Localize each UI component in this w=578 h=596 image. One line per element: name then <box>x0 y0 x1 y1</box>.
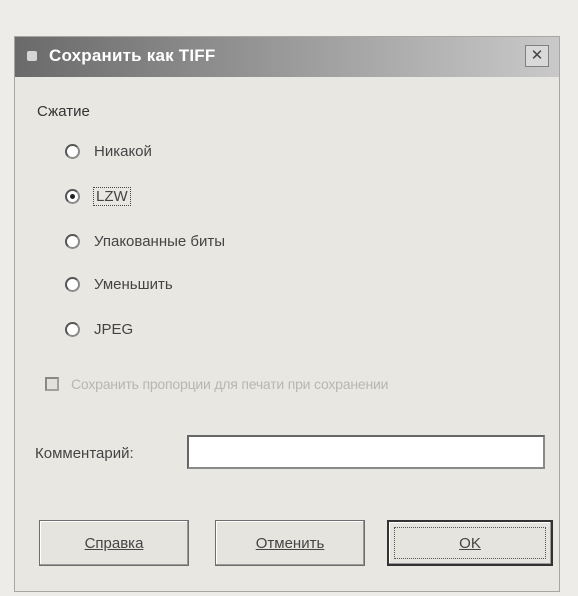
close-button[interactable]: ✕ <box>525 45 549 67</box>
radio-button[interactable] <box>65 321 80 337</box>
radio-label: Никакой <box>94 142 152 160</box>
disabled-option-checkbox-row: Сохранить пропорции для печати при сохра… <box>45 376 388 392</box>
ok-button[interactable]: OK <box>387 520 553 566</box>
radio-packbits[interactable]: Упакованные биты <box>65 229 225 253</box>
dialog-title: Сохранить как TIFF <box>49 46 216 65</box>
radio-label: LZW <box>93 186 131 206</box>
radio-reduce[interactable]: Уменьшить <box>65 272 173 296</box>
app-icon <box>27 51 37 61</box>
radio-button[interactable] <box>65 143 80 159</box>
compression-group-label: Сжатие <box>37 103 90 120</box>
help-button-label: Справка <box>84 534 144 552</box>
checkbox <box>45 377 59 391</box>
checkbox-label: Сохранить пропорции для печати при сохра… <box>71 376 389 392</box>
comment-label: Комментарий: <box>35 445 134 462</box>
radio-button[interactable] <box>65 188 80 204</box>
radio-label: JPEG <box>94 320 134 338</box>
ok-button-label: OK <box>459 534 481 552</box>
radio-label: Уменьшить <box>94 275 173 293</box>
radio-button[interactable] <box>65 233 80 249</box>
cancel-button-label: Отменить <box>255 534 325 552</box>
radio-label: Упакованные биты <box>94 232 226 250</box>
radio-button[interactable] <box>65 276 80 292</box>
help-button[interactable]: Справка <box>39 520 189 566</box>
save-as-tiff-dialog: Сохранить как TIFF ✕ Сжатие Никакой LZW … <box>14 36 560 592</box>
cancel-button[interactable]: Отменить <box>215 520 365 566</box>
radio-lzw[interactable]: LZW <box>65 184 131 208</box>
radio-jpeg[interactable]: JPEG <box>65 317 133 341</box>
comment-input[interactable] <box>187 435 545 469</box>
close-icon: ✕ <box>530 47 544 64</box>
radio-none[interactable]: Никакой <box>65 139 152 163</box>
ok-focus-rect: OK <box>394 527 546 559</box>
title-bar[interactable]: Сохранить как TIFF ✕ <box>15 37 559 77</box>
